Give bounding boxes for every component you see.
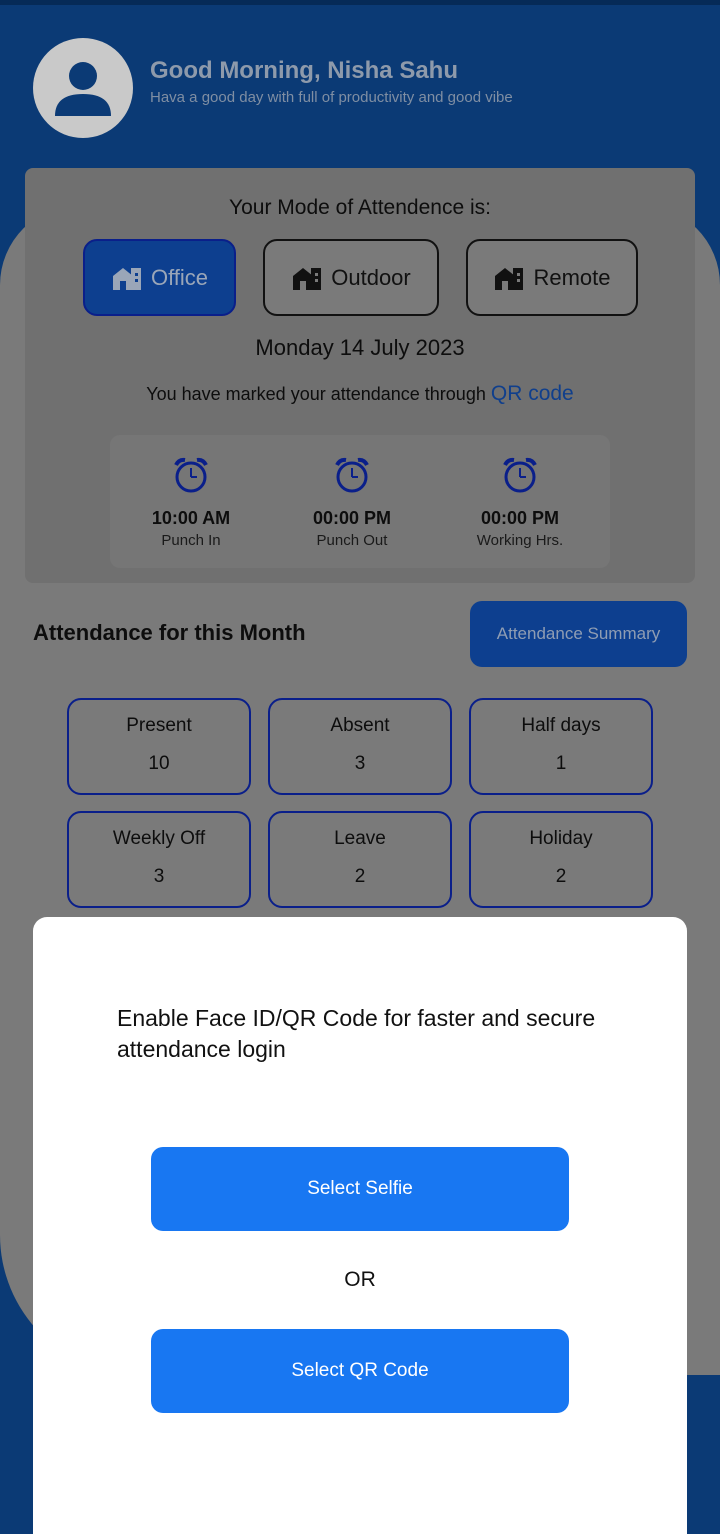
working-hours-label: Working Hrs. xyxy=(476,532,564,549)
sheet-message: Enable Face ID/QR Code for faster and se… xyxy=(117,1005,596,1062)
or-separator: OR xyxy=(344,1268,376,1291)
stat-label: Leave xyxy=(334,828,386,849)
select-qr-code-button[interactable]: Select QR Code xyxy=(151,1329,569,1413)
month-section-title: Attendance for this Month xyxy=(33,620,306,645)
stat-card-half-days[interactable]: Half days 1 xyxy=(469,698,653,795)
stat-card-weekly-off[interactable]: Weekly Off 3 xyxy=(67,811,251,908)
building-icon xyxy=(112,267,141,290)
punch-in-column: 10:00 AM Punch In xyxy=(121,455,261,549)
working-hours-column: 00:00 PM Working Hrs. xyxy=(450,455,590,549)
current-date: Monday 14 July 2023 xyxy=(255,335,465,360)
stat-value: 3 xyxy=(153,866,165,887)
mode-outdoor-label: Outdoor xyxy=(331,264,411,290)
punch-out-column: 00:00 PM Punch Out xyxy=(282,455,422,549)
punch-out-time: 00:00 PM xyxy=(312,508,392,528)
attendance-summary-button[interactable]: Attendance Summary xyxy=(470,601,687,667)
marked-method-link[interactable]: QR code xyxy=(491,382,574,405)
punch-in-time: 10:00 AM xyxy=(151,508,231,528)
working-hours-time: 00:00 PM xyxy=(480,508,560,528)
mode-office-button[interactable]: Office xyxy=(83,239,236,316)
stat-value: 3 xyxy=(354,753,366,774)
stat-card-leave[interactable]: Leave 2 xyxy=(268,811,452,908)
mode-remote-label: Remote xyxy=(533,264,611,290)
stat-card-absent[interactable]: Absent 3 xyxy=(268,698,452,795)
mode-office-label: Office xyxy=(150,264,209,290)
stat-label: Holiday xyxy=(529,828,593,849)
stat-value: 10 xyxy=(148,753,170,774)
building-icon xyxy=(495,267,524,290)
stat-label: Half days xyxy=(521,715,601,736)
alarm-clock-icon xyxy=(503,457,537,493)
greeting-subtitle: Hava a good day with full of productivit… xyxy=(150,89,513,106)
stat-value: 1 xyxy=(555,753,567,774)
status-bar-strip xyxy=(0,0,720,5)
avatar[interactable] xyxy=(33,38,133,138)
greeting-title: Good Morning, Nisha Sahu xyxy=(150,57,458,84)
stat-label: Absent xyxy=(330,715,390,736)
punch-out-label: Punch Out xyxy=(316,532,388,549)
alarm-clock-icon xyxy=(335,457,369,493)
select-selfie-button[interactable]: Select Selfie xyxy=(151,1147,569,1231)
stat-value: 2 xyxy=(555,866,567,887)
stat-card-holiday[interactable]: Holiday 2 xyxy=(469,811,653,908)
stat-label: Present xyxy=(126,715,192,736)
attendance-mode-title: Your Mode of Attendence is: xyxy=(229,196,491,219)
stat-value: 2 xyxy=(354,866,366,887)
marked-prefix: You have marked your attendance through xyxy=(146,384,486,404)
mode-remote-button[interactable]: Remote xyxy=(466,239,638,316)
mode-outdoor-button[interactable]: Outdoor xyxy=(263,239,439,316)
stat-card-present[interactable]: Present 10 xyxy=(67,698,251,795)
attendance-marked-text: You have marked your attendance through … xyxy=(0,382,720,406)
stat-label: Weekly Off xyxy=(112,828,206,849)
alarm-clock-icon xyxy=(174,457,208,493)
building-icon xyxy=(293,267,322,290)
punch-in-label: Punch In xyxy=(161,532,221,549)
user-icon xyxy=(55,62,111,116)
